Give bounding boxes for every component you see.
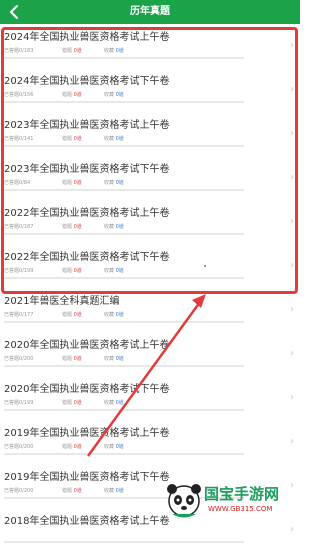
progress-bar — [4, 277, 244, 279]
chevron-right-icon: › — [290, 436, 294, 447]
answered-count: 已答题0/84 — [4, 180, 31, 186]
collected-stat: 收藏 0道 — [104, 312, 124, 318]
answered-count: 已答题0/200 — [4, 356, 34, 362]
chevron-right-icon: › — [290, 40, 294, 51]
answered-count: 已答题0/199 — [4, 400, 34, 406]
collected-stat: 收藏 0道 — [104, 268, 124, 274]
exam-list-item[interactable]: 2023年全国执业兽医资格考试下午卷已答题0/84 错题 0道 收藏 0道 › — [0, 156, 300, 200]
wrong-stat: 错题 0道 — [62, 312, 82, 318]
collected-stat: 收藏 0道 — [104, 444, 124, 450]
exam-title: 2020年全国执业兽医资格考试上午卷 — [4, 340, 170, 351]
watermark-text: 国宝手游网 — [204, 485, 280, 503]
chevron-right-icon: › — [290, 260, 294, 271]
exam-title: 2024年全国执业兽医资格考试上午卷 — [4, 32, 170, 43]
progress-bar — [4, 145, 244, 147]
progress-bar — [4, 57, 244, 59]
app-header: 历年真题 — [0, 0, 300, 24]
wrong-stat: 错题 0道 — [62, 224, 82, 230]
chevron-right-icon: › — [290, 172, 294, 183]
exam-title: 2023年全国执业兽医资格考试下午卷 — [4, 164, 170, 175]
exam-list-item[interactable]: 2024年全国执业兽医资格考试上午卷已答题0/183 错题 0道 收藏 0道 › — [0, 24, 300, 68]
chevron-right-icon: › — [290, 216, 294, 227]
wrong-stat: 错题 0道 — [62, 268, 82, 274]
exam-list: 2024年全国执业兽医资格考试上午卷 已答题0/183 错题 0道 收藏 0道 › 202… — [0, 24, 300, 552]
exam-list-item[interactable]: 2023年全国执业兽医资格考试上午卷已答题0/141 错题 0道 收藏 0道 › — [0, 112, 300, 156]
wrong-stat: 错题 0道 — [62, 48, 82, 54]
exam-list-item[interactable]: 2020年全国执业兽医资格考试下午卷已答题0/199 错题 0道 收藏 0道 › — [0, 376, 300, 420]
wrong-stat: 错题 0道 — [62, 400, 82, 406]
exam-list-item[interactable]: 2021年兽医全科真题汇编已答题0/177 错题 0道 收藏 0道 › — [0, 288, 300, 332]
chevron-right-icon: › — [290, 304, 294, 315]
exam-list-item[interactable]: 2024年全国执业兽医资格考试下午卷已答题0/156 错题 0道 收藏 0道 › — [0, 68, 300, 112]
exam-title: 2019年全国执业兽医资格考试下午卷 — [4, 472, 170, 483]
progress-bar — [4, 101, 244, 103]
exam-list-item[interactable]: 2020年全国执业兽医资格考试上午卷已答题0/200 错题 0道 收藏 0道 › — [0, 332, 300, 376]
progress-bar — [4, 365, 244, 367]
exam-title: 2023年全国执业兽医资格考试上午卷 — [4, 120, 170, 131]
exam-list-item[interactable]: 2022年全国执业兽医资格考试下午卷已答题0/199 错题 0道 收藏 0道 › — [0, 244, 300, 288]
progress-bar — [4, 321, 244, 323]
answered-count: 已答题0/177 — [4, 312, 34, 318]
answered-count: 已答题0/200 — [4, 444, 34, 450]
exam-list-item[interactable]: 2022年全国执业兽医资格考试上午卷已答题0/187 错题 0道 收藏 0道 › — [0, 200, 300, 244]
answered-count: 已答题0/141 — [4, 136, 34, 142]
chevron-right-icon: › — [290, 84, 294, 95]
panda-logo-icon — [167, 484, 201, 518]
exam-title: 2020年全国执业兽医资格考试下午卷 — [4, 384, 170, 395]
collected-stat: 收藏 0道 — [104, 48, 124, 54]
page-title: 历年真题 — [130, 6, 170, 17]
wrong-stat: 错题 0道 — [62, 356, 82, 362]
watermark-url: WWW.GB315.COM — [208, 505, 273, 513]
answered-count: 已答题0/156 — [4, 92, 34, 98]
collected-stat: 收藏 0道 — [104, 356, 124, 362]
exam-title: 2018年全国执业兽医资格考试上午卷 — [4, 516, 170, 527]
collected-stat: 收藏 0道 — [104, 136, 124, 142]
wrong-stat: 错题 0道 — [62, 136, 82, 142]
wrong-stat: 错题 0道 — [62, 444, 82, 450]
answered-count: 已答题0/200 — [4, 488, 34, 494]
exam-title: 2019年全国执业兽医资格考试上午卷 — [4, 428, 170, 439]
exam-list-item[interactable]: 2019年全国执业兽医资格考试上午卷已答题0/200 错题 0道 收藏 0道 › — [0, 420, 300, 464]
progress-bar — [4, 453, 244, 455]
answered-count: 已答题0/183 — [4, 48, 34, 54]
exam-title: 2022年全国执业兽医资格考试下午卷 — [4, 252, 170, 263]
collected-stat: 收藏 0道 — [104, 224, 124, 230]
collected-stat: 收藏 0道 — [104, 488, 124, 494]
collected-stat: 收藏 0道 — [104, 180, 124, 186]
chevron-right-icon: › — [290, 524, 294, 535]
exam-title: 2024年全国执业兽医资格考试下午卷 — [4, 76, 170, 87]
exam-title: 2021年兽医全科真题汇编 — [4, 296, 120, 307]
wrong-stat: 错题 0道 — [62, 92, 82, 98]
answered-count: 已答题0/187 — [4, 224, 34, 230]
exam-title: 2022年全国执业兽医资格考试上午卷 — [4, 208, 170, 219]
collected-stat: 收藏 0道 — [104, 400, 124, 406]
answered-count: 已答题0/199 — [4, 268, 34, 274]
progress-bar — [4, 409, 244, 411]
wrong-stat: 错题 0道 — [62, 180, 82, 186]
chevron-right-icon: › — [290, 348, 294, 359]
wrong-stat: 错题 0道 — [62, 488, 82, 494]
progress-bar — [4, 189, 244, 191]
chevron-right-icon: › — [290, 128, 294, 139]
watermark: 国宝手游网 WWW.GB315.COM — [164, 479, 294, 521]
stray-dot — [204, 265, 206, 267]
progress-bar — [4, 233, 244, 235]
chevron-right-icon: › — [290, 392, 294, 403]
collected-stat: 收藏 0道 — [104, 92, 124, 98]
progress-bar — [4, 541, 244, 543]
